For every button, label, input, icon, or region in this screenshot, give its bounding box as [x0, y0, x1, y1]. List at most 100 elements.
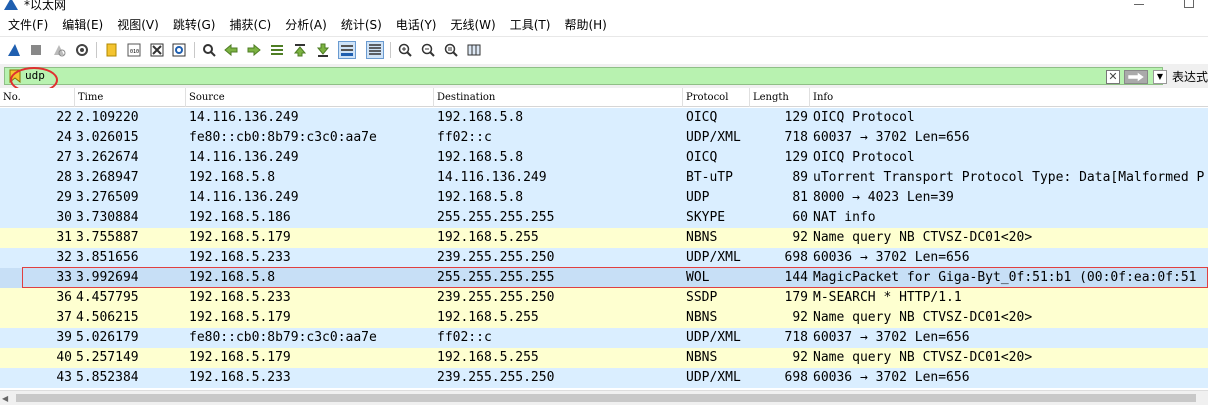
arrow-right-icon [1128, 72, 1144, 82]
table-row[interactable]: 40 5.257149 192.168.5.179 192.168.5.255 NBNS… [0, 348, 1208, 368]
cell-length: 129 [784, 110, 808, 125]
capture-options-icon[interactable] [73, 41, 91, 59]
menu-edit[interactable]: 编辑(E) [58, 14, 107, 36]
cell-time: 3.730884 [76, 210, 139, 225]
column-header-protocol[interactable]: Protocol [683, 88, 750, 107]
cell-destination: ff02::c [437, 130, 492, 145]
toolbar-separator [96, 42, 97, 58]
table-row[interactable]: 27 3.262674 14.116.136.249 192.168.5.8 OICQ 1… [0, 148, 1208, 168]
table-row[interactable]: 32 3.851656 192.168.5.233 239.255.255.250 UD… [0, 248, 1208, 268]
table-row[interactable]: 31 3.755887 192.168.5.179 192.168.5.255 NBNS… [0, 228, 1208, 248]
table-row[interactable]: 22 2.109220 14.116.136.249 192.168.5.8 OICQ 1… [0, 108, 1208, 128]
cell-destination: 239.255.255.250 [437, 290, 555, 305]
horizontal-scrollbar[interactable]: ◀ [0, 390, 1208, 405]
maximize-button[interactable] [1184, 0, 1194, 8]
apply-filter-button[interactable] [1124, 70, 1148, 84]
minimize-button[interactable] [1134, 4, 1144, 5]
menu-wireless[interactable]: 无线(W) [447, 14, 500, 36]
table-row[interactable]: 30 3.730884 192.168.5.186 255.255.255.255 SK… [0, 208, 1208, 228]
zoom-out-icon[interactable] [419, 41, 437, 59]
cell-protocol: WOL [686, 270, 710, 285]
close-file-icon[interactable] [148, 41, 166, 59]
menu-file[interactable]: 文件(F) [4, 14, 52, 36]
go-forward-icon[interactable] [245, 41, 263, 59]
cell-no: 30 [56, 210, 72, 225]
cell-time: 2.109220 [76, 110, 139, 125]
cell-info: Name query NB CTVSZ-DC01<20> [813, 310, 1033, 325]
cell-time: 5.852384 [76, 370, 139, 385]
zoom-in-icon[interactable] [396, 41, 414, 59]
scrollbar-thumb[interactable] [16, 394, 1196, 402]
cell-time: 3.276509 [76, 190, 139, 205]
menu-telephony[interactable]: 电话(Y) [392, 14, 441, 36]
cell-protocol: OICQ [686, 110, 718, 125]
cell-length: 81 [792, 190, 808, 205]
column-header-destination[interactable]: Destination [434, 88, 683, 107]
column-header-time[interactable]: Time [75, 88, 186, 107]
cell-info: 60037 → 3702 Len=656 [813, 330, 970, 345]
zoom-normal-icon[interactable] [442, 41, 460, 59]
cell-destination: 192.168.5.255 [437, 230, 539, 245]
cell-length: 698 [784, 370, 808, 385]
main-toolbar: 010 [0, 36, 1208, 64]
menu-capture[interactable]: 捕获(C) [225, 14, 275, 36]
menu-analyze[interactable]: 分析(A) [281, 14, 331, 36]
cell-source: 192.168.5.179 [189, 310, 291, 325]
table-row[interactable]: 24 3.026015 fe80::cb0:8b79:c3c0:aa7e ff02::… [0, 128, 1208, 148]
cell-source: 192.168.5.233 [189, 250, 291, 265]
cell-length: 92 [792, 350, 808, 365]
go-last-icon[interactable] [314, 41, 332, 59]
menu-bar: 文件(F) 编辑(E) 视图(V) 跳转(G) 捕获(C) 分析(A) 统计(S… [0, 14, 1208, 36]
column-header-source[interactable]: Source [186, 88, 434, 107]
cell-destination: 239.255.255.250 [437, 250, 555, 265]
menu-view[interactable]: 视图(V) [113, 14, 163, 36]
table-row[interactable]: 39 5.026179 fe80::cb0:8b79:c3c0:aa7e ff02::… [0, 328, 1208, 348]
menu-go[interactable]: 跳转(G) [169, 14, 220, 36]
cell-time: 4.506215 [76, 310, 139, 325]
table-row[interactable]: 43 5.852384 192.168.5.233 239.255.255.250 UD… [0, 368, 1208, 388]
cell-protocol: UDP/XML [686, 370, 741, 385]
cell-info: Name query NB CTVSZ-DC01<20> [813, 230, 1033, 245]
open-file-icon[interactable] [103, 41, 121, 59]
resize-columns-icon[interactable] [465, 41, 483, 59]
expression-button[interactable]: 表达式… [1172, 68, 1208, 85]
cell-length: 144 [784, 270, 808, 285]
go-first-icon[interactable] [291, 41, 309, 59]
menu-tools[interactable]: 工具(T) [506, 14, 555, 36]
cell-protocol: NBNS [686, 310, 718, 325]
cell-no: 37 [56, 310, 72, 325]
scroll-left-icon[interactable]: ◀ [2, 394, 8, 403]
cell-info: OICQ Protocol [813, 110, 915, 125]
title-bar: *以太网 [0, 0, 1208, 14]
restart-icon[interactable] [50, 41, 68, 59]
column-header-no[interactable]: No. [0, 88, 75, 107]
table-row[interactable]: 28 3.268947 192.168.5.8 14.116.136.249 BT-uT… [0, 168, 1208, 188]
colorize-icon[interactable] [366, 41, 384, 59]
save-file-icon[interactable]: 010 [125, 41, 143, 59]
cell-info: 60036 → 3702 Len=656 [813, 250, 970, 265]
filter-history-dropdown[interactable]: ▼ [1153, 70, 1167, 84]
menu-help[interactable]: 帮助(H) [560, 14, 610, 36]
cell-no: 22 [56, 110, 72, 125]
reload-icon[interactable] [170, 41, 188, 59]
stop-icon[interactable] [27, 41, 45, 59]
cell-no: 33 [56, 270, 72, 285]
autoscroll-icon[interactable] [338, 41, 356, 59]
table-row[interactable]: 29 3.276509 14.116.136.249 192.168.5.8 UDP 81… [0, 188, 1208, 208]
cell-source: 192.168.5.233 [189, 290, 291, 305]
clear-filter-button[interactable]: ✕ [1106, 70, 1120, 84]
column-header-length[interactable]: Length [750, 88, 810, 107]
table-row[interactable]: 37 4.506215 192.168.5.179 192.168.5.255 NBNS… [0, 308, 1208, 328]
cell-time: 5.026179 [76, 330, 139, 345]
column-header-info[interactable]: Info [810, 88, 1208, 107]
table-row[interactable]: 33 3.992694 192.168.5.8 255.255.255.255 WOL 1… [0, 268, 1208, 288]
shark-fin-start-icon[interactable] [5, 41, 23, 59]
cell-no: 28 [56, 170, 72, 185]
cell-no: 29 [56, 190, 72, 205]
find-icon[interactable] [200, 41, 218, 59]
menu-statistics[interactable]: 统计(S) [337, 14, 386, 36]
go-to-packet-icon[interactable] [268, 41, 286, 59]
go-back-icon[interactable] [222, 41, 240, 59]
display-filter-input[interactable]: udp ✕ ▼ [4, 67, 1167, 85]
table-row[interactable]: 36 4.457795 192.168.5.233 239.255.255.250 SS… [0, 288, 1208, 308]
